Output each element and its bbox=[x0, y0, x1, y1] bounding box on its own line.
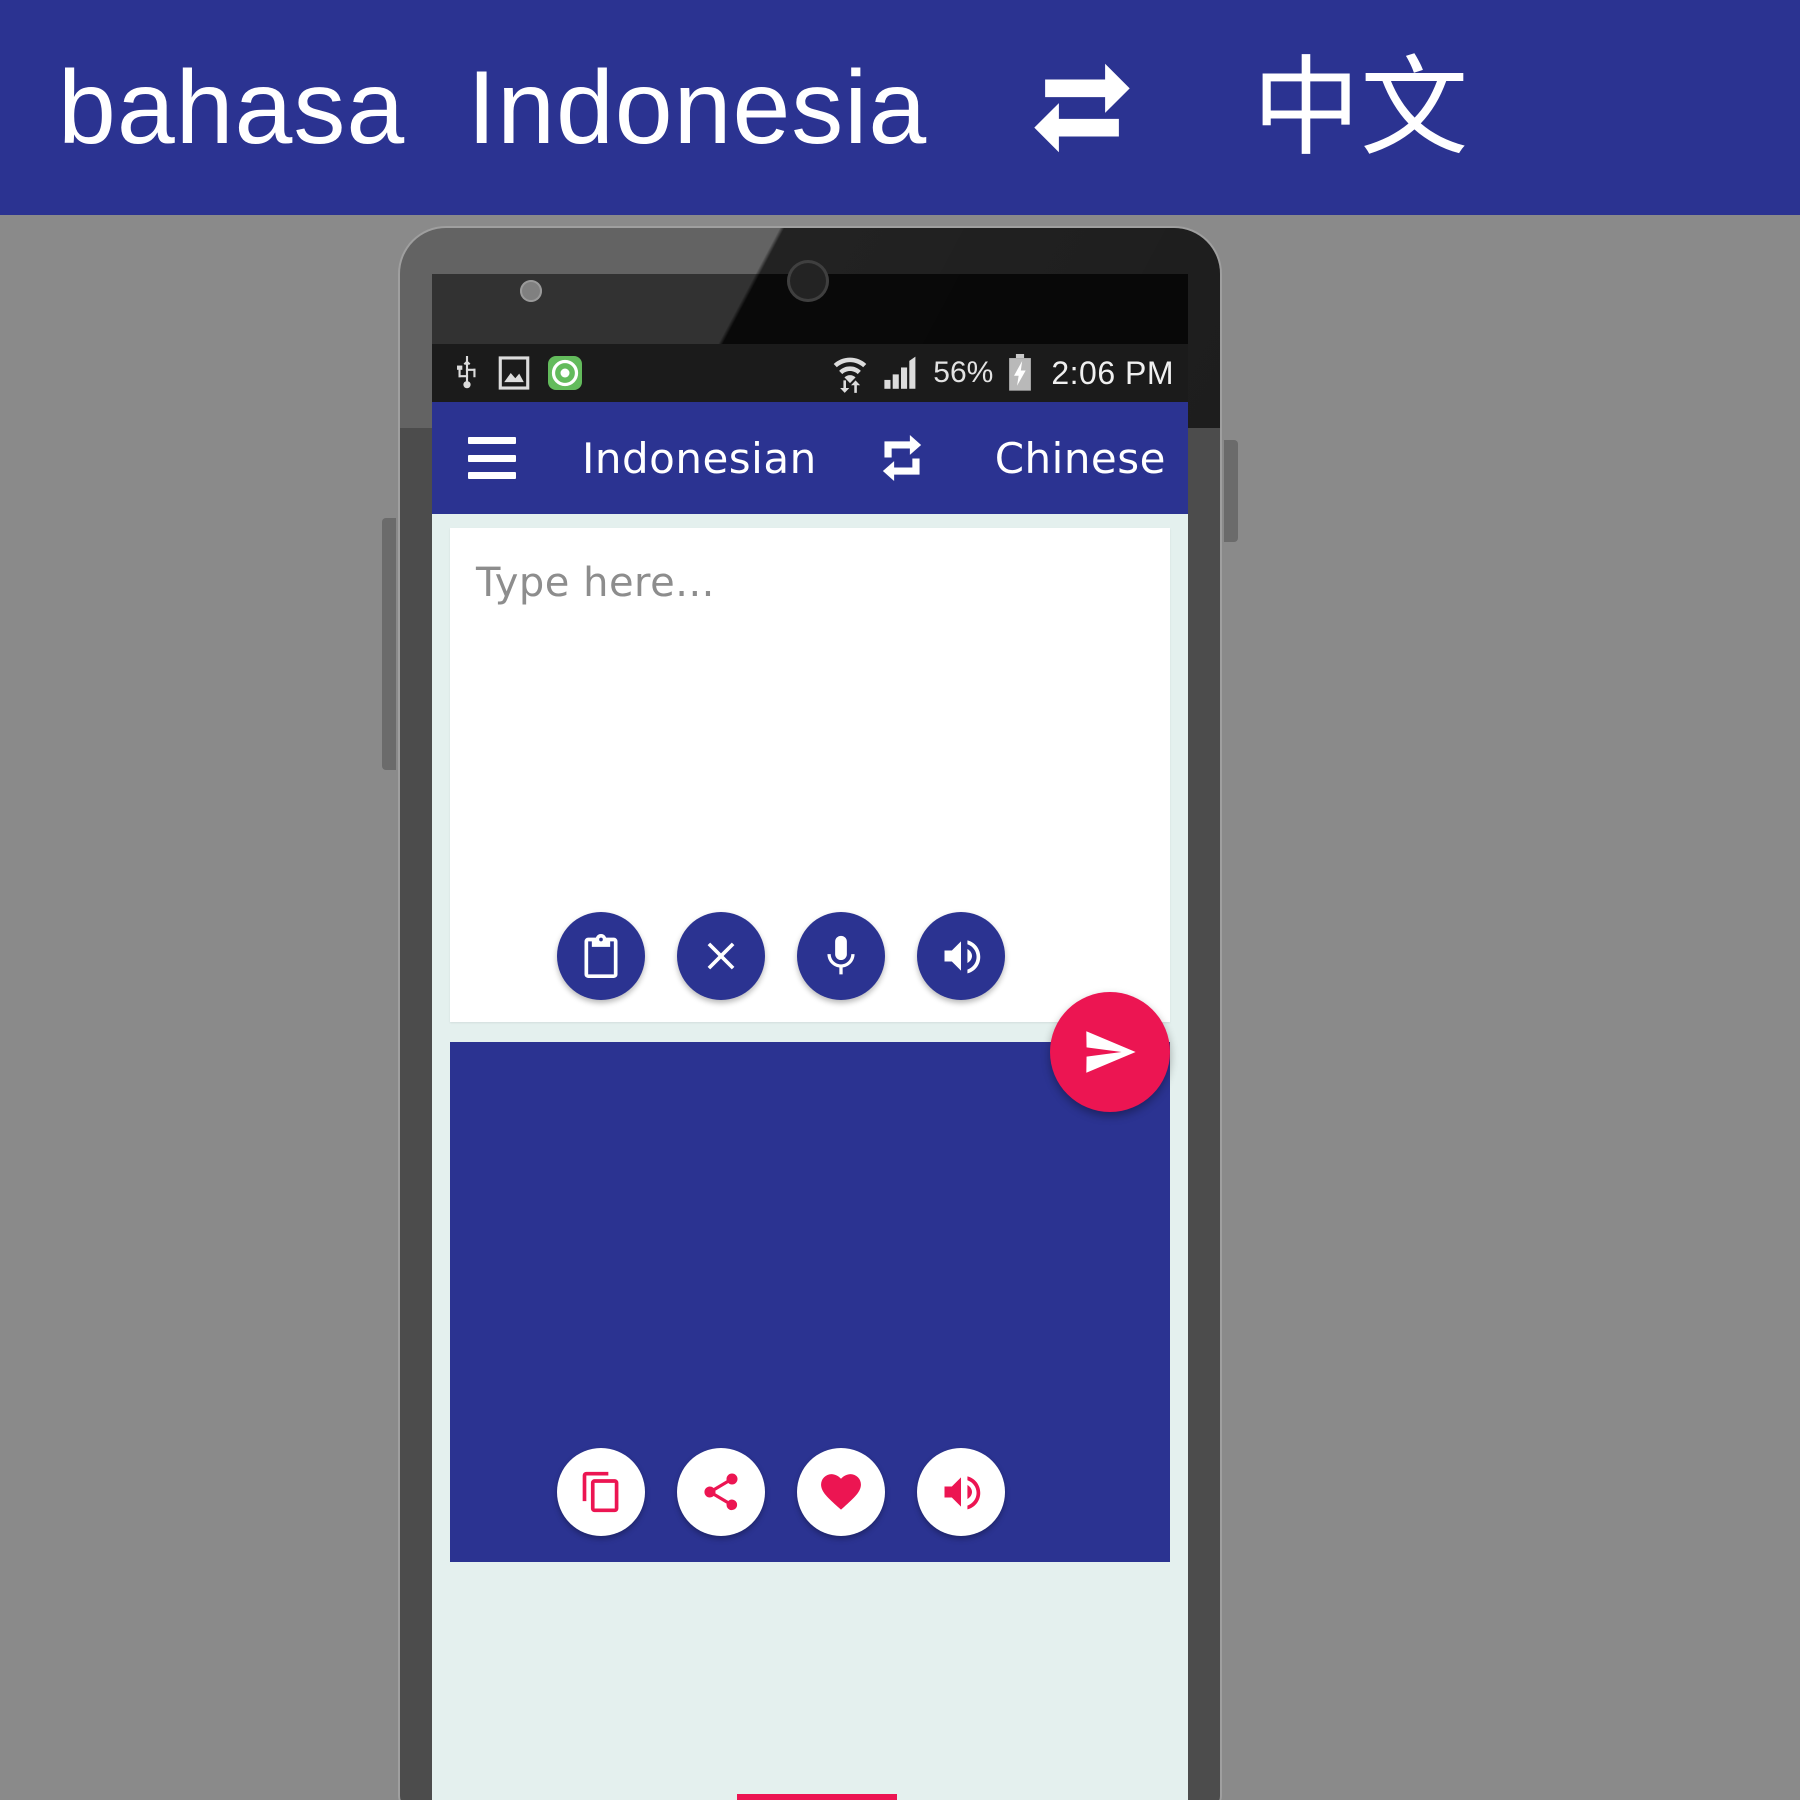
microphone-icon bbox=[819, 934, 863, 978]
clipboard-icon bbox=[579, 934, 623, 978]
android-status-bar: 56% 2:06 PM bbox=[432, 344, 1188, 402]
screenshot-icon bbox=[498, 356, 530, 390]
translated-text-card bbox=[450, 1042, 1170, 1562]
voice-input-button[interactable] bbox=[797, 912, 885, 1000]
volume-button[interactable] bbox=[382, 518, 396, 770]
banner-source-language-word1: bahasa bbox=[58, 49, 406, 166]
phone-mockup: 56% 2:06 PM Indonesian Chinese Type here… bbox=[382, 228, 1238, 1800]
battery-percent-label: 56% bbox=[933, 356, 994, 389]
source-action-row bbox=[450, 912, 1170, 1000]
source-text-input[interactable]: Type here... bbox=[476, 560, 715, 606]
app-content: Type here... bbox=[432, 514, 1188, 1800]
share-icon bbox=[699, 1470, 743, 1514]
hamburger-menu-icon[interactable] bbox=[468, 437, 516, 479]
status-bar-clock: 2:06 PM bbox=[1051, 354, 1174, 391]
app-green-icon bbox=[548, 356, 582, 390]
front-camera-icon bbox=[520, 280, 542, 302]
status-bar-right-icons: 56% 2:06 PM bbox=[831, 353, 1174, 393]
clear-button[interactable] bbox=[677, 912, 765, 1000]
speak-result-button[interactable] bbox=[917, 1448, 1005, 1536]
page-root: bahasa Indonesia 中文 56% 2:06 PM Indonesi… bbox=[0, 0, 1800, 1800]
phone-screen: 56% 2:06 PM Indonesian Chinese Type here… bbox=[432, 344, 1188, 1800]
target-language-selector[interactable]: Chinese bbox=[995, 434, 1166, 483]
heart-icon bbox=[818, 1469, 864, 1515]
close-x-icon bbox=[699, 934, 743, 978]
battery-charging-icon bbox=[1007, 354, 1033, 392]
favorite-button[interactable] bbox=[797, 1448, 885, 1536]
send-icon bbox=[1081, 1023, 1139, 1081]
hamburger-bar bbox=[468, 454, 516, 462]
hamburger-bar bbox=[468, 472, 516, 479]
speak-source-button[interactable] bbox=[917, 912, 1005, 1000]
swap-languages-icon[interactable] bbox=[875, 430, 929, 486]
banner-target-language: 中文 bbox=[1252, 46, 1469, 168]
speaker-icon bbox=[939, 1470, 983, 1514]
status-bar-left-icons bbox=[454, 356, 582, 390]
earpiece-icon bbox=[787, 260, 829, 302]
source-text-card: Type here... bbox=[450, 528, 1170, 1022]
wifi-data-icon bbox=[831, 353, 869, 393]
power-button[interactable] bbox=[1224, 440, 1238, 542]
copy-icon bbox=[579, 1470, 623, 1514]
usb-icon bbox=[454, 356, 480, 390]
paste-button[interactable] bbox=[557, 912, 645, 1000]
translate-button[interactable] bbox=[1050, 992, 1170, 1112]
app-toolbar: Indonesian Chinese bbox=[432, 402, 1188, 514]
banner-source-language-word2: Indonesia bbox=[467, 49, 928, 166]
result-action-row bbox=[450, 1448, 1170, 1536]
swap-horizontal-icon bbox=[1022, 48, 1142, 168]
speaker-icon bbox=[939, 934, 983, 978]
share-button[interactable] bbox=[677, 1448, 765, 1536]
bottom-accent-strip bbox=[737, 1794, 897, 1800]
promo-banner: bahasa Indonesia 中文 bbox=[0, 0, 1800, 215]
cellular-signal-icon bbox=[883, 356, 919, 390]
hamburger-bar bbox=[468, 437, 516, 444]
copy-button[interactable] bbox=[557, 1448, 645, 1536]
source-language-selector[interactable]: Indonesian bbox=[582, 434, 817, 483]
